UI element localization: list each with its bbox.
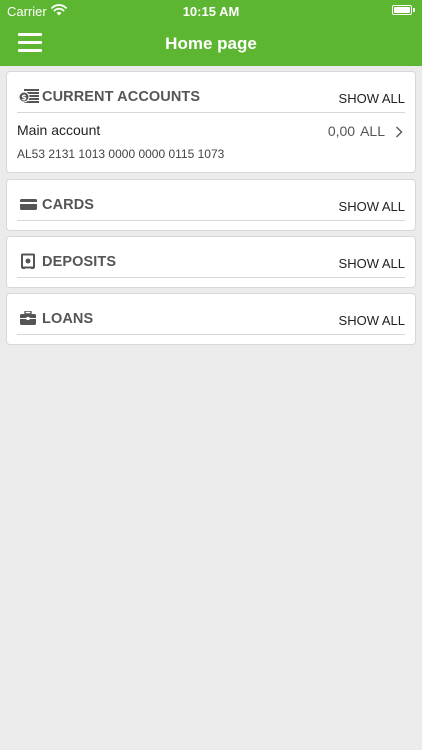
money-icon: $: [19, 89, 39, 103]
page-title: Home page: [165, 34, 257, 53]
cards-header: CARDS SHOW ALL: [17, 180, 405, 221]
section-title: DEPOSITS: [42, 254, 117, 270]
account-balance: 0,00 ALL: [328, 123, 385, 139]
balance-currency: ALL: [360, 123, 385, 139]
balance-amount: 0,00: [327, 123, 356, 139]
show-all-loans-button[interactable]: SHOW ALL: [339, 313, 405, 328]
loans-card: LOANS SHOW ALL: [6, 293, 416, 345]
account-row[interactable]: Main account AL53 2131 1013 0000 0000 01…: [17, 113, 405, 173]
deposits-header: DEPOSITS SHOW ALL: [17, 237, 405, 278]
current-accounts-card: $ CURRENT ACCOUNTS SHOW ALL Main account…: [6, 71, 416, 173]
section-title: CARDS: [42, 197, 95, 213]
current-accounts-header: $ CURRENT ACCOUNTS SHOW ALL: [17, 72, 405, 113]
section-title: LOANS: [42, 311, 94, 327]
cards-card: CARDS SHOW ALL: [6, 179, 416, 231]
section-title: CURRENT ACCOUNTS: [42, 89, 201, 105]
clock: 10:15 AM: [182, 4, 240, 19]
status-bar: Carrier 10:15 AM: [0, 0, 422, 22]
chevron-right-icon: [396, 126, 403, 138]
account-iban: AL53 2131 1013 0000 0000 0115 1073: [17, 147, 225, 161]
briefcase-icon: [20, 311, 36, 325]
loans-header: LOANS SHOW ALL: [17, 294, 405, 335]
show-all-accounts-button[interactable]: SHOW ALL: [339, 91, 405, 106]
show-all-deposits-button[interactable]: SHOW ALL: [339, 256, 405, 271]
svg-text:$: $: [21, 93, 27, 102]
safe-icon: [21, 253, 35, 269]
show-all-cards-button[interactable]: SHOW ALL: [339, 199, 405, 214]
navigation-bar: Home page: [0, 22, 422, 66]
account-name: Main account: [17, 122, 101, 138]
battery-icon: [392, 5, 415, 15]
card-icon: [20, 199, 37, 210]
deposits-card: DEPOSITS SHOW ALL: [6, 236, 416, 288]
